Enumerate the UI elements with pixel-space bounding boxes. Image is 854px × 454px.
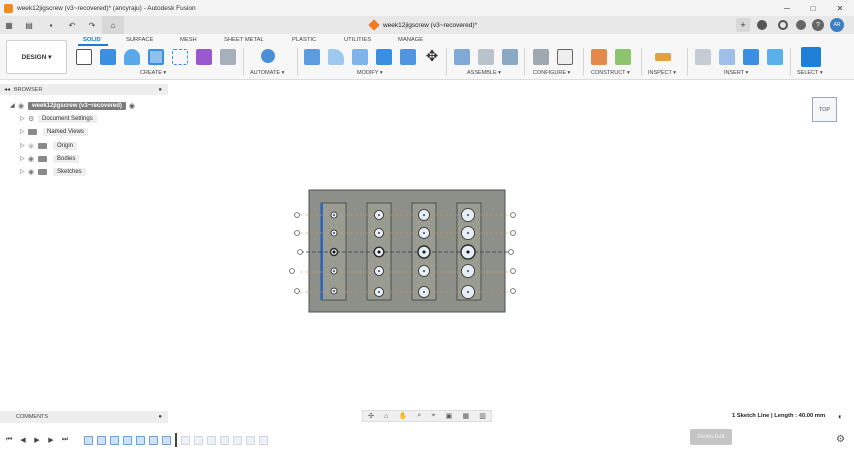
timeline-feature-icon[interactable]	[136, 435, 145, 445]
viewports-icon[interactable]: ▥	[479, 412, 486, 420]
timeline-feature-icon[interactable]	[181, 435, 190, 445]
timeline-feature-icon[interactable]	[233, 435, 242, 445]
finish-edit-button[interactable]: Finish Edit	[690, 429, 732, 445]
pan-icon[interactable]: ✋	[399, 412, 408, 420]
timeline-feature-icon[interactable]	[84, 435, 93, 445]
status-info-icon[interactable]: ◐	[838, 412, 843, 421]
navigation-bar: ✣ ⌂ ✋ ⌕ ⌖ ▣ ▦ ▥	[362, 410, 492, 422]
timeline-end-icon[interactable]: ⏭	[58, 436, 72, 444]
grid-settings-icon[interactable]: ▦	[462, 412, 469, 420]
look-at-icon[interactable]: ⌂	[384, 413, 388, 420]
comments-pin-icon[interactable]: ●	[158, 414, 162, 420]
design-canvas[interactable]	[0, 0, 854, 454]
comments-label: COMMENTS	[16, 414, 49, 420]
comments-panel[interactable]: COMMENTS ●	[0, 411, 168, 423]
timeline-feature-icon[interactable]	[194, 435, 203, 445]
timeline-feature-icon[interactable]	[162, 435, 171, 445]
timeline-feature-icon[interactable]	[149, 435, 158, 445]
timeline-start-icon[interactable]: ⏮	[2, 436, 16, 444]
fit-icon[interactable]: ⌖	[432, 412, 436, 420]
timeline-feature-icon[interactable]	[97, 435, 106, 445]
timeline-play-icon[interactable]: ▶	[30, 436, 44, 444]
timeline-feature-icon[interactable]	[259, 435, 268, 445]
display-settings-icon[interactable]: ▣	[446, 412, 453, 420]
timeline-feature-icon[interactable]	[123, 435, 132, 445]
timeline-marker[interactable]	[175, 433, 177, 447]
zoom-icon[interactable]: ⌕	[417, 412, 421, 420]
selection-status-text: 1 Sketch Line | Length : 40.00 mm	[732, 413, 826, 419]
timeline-feature-icon[interactable]	[207, 435, 216, 445]
timeline-next-icon[interactable]: ▶	[44, 436, 58, 444]
timeline-feature-icon[interactable]	[220, 435, 229, 445]
timeline-settings-gear-icon[interactable]: ⚙	[836, 434, 845, 445]
timeline-feature-icon[interactable]	[110, 435, 119, 445]
timeline-feature-icon[interactable]	[246, 435, 255, 445]
timeline-prev-icon[interactable]: ◀	[16, 436, 30, 444]
orbit-icon[interactable]: ✣	[368, 412, 374, 420]
